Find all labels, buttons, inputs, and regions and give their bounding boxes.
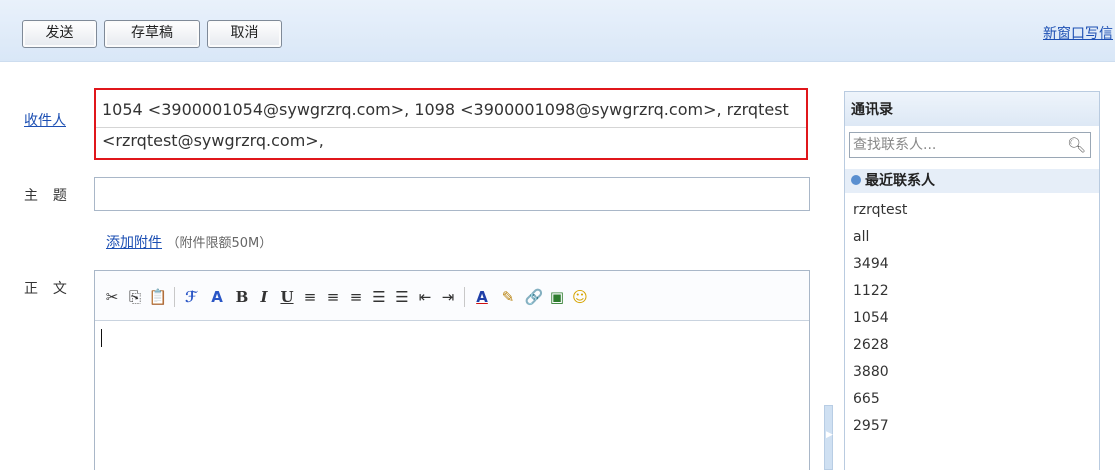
paste-icon[interactable]: 📋	[147, 286, 169, 308]
font-size-icon[interactable]: A	[206, 286, 228, 308]
indent-icon[interactable]: ⇥	[437, 286, 459, 308]
subject-label: 主 题	[24, 188, 69, 204]
toolbar-separator	[174, 287, 175, 307]
copy-icon[interactable]: ⎘	[124, 286, 146, 308]
add-attachment-link[interactable]: 添加附件	[106, 235, 162, 251]
cut-icon[interactable]: ✂	[101, 286, 123, 308]
attachment-limit-note: （附件限额50M）	[166, 236, 273, 251]
bold-icon[interactable]: B	[231, 286, 253, 308]
underline-icon[interactable]: U	[276, 286, 298, 308]
text-caret	[101, 329, 102, 347]
panel-splitter-handle[interactable]: ▶	[824, 405, 833, 470]
chevron-right-icon: ▶	[826, 430, 833, 440]
cancel-button[interactable]: 取消	[207, 20, 282, 48]
contact-list: rzrqtest all 3494 1122 1054 2628 3880 66…	[845, 197, 1099, 440]
highlight-icon[interactable]: ✎	[497, 286, 519, 308]
recent-contacts-group[interactable]: 最近联系人	[845, 169, 1099, 193]
body-label: 正 文	[24, 281, 69, 297]
contacts-title: 通讯录	[845, 92, 1099, 126]
subject-input[interactable]	[94, 177, 810, 211]
top-toolbar: 发送 存草稿 取消 新窗口写信	[0, 0, 1115, 62]
save-draft-button[interactable]: 存草稿	[104, 20, 200, 48]
unordered-list-icon[interactable]: ☰	[391, 286, 413, 308]
align-right-icon[interactable]: ≡	[345, 286, 367, 308]
send-button[interactable]: 发送	[22, 20, 97, 48]
image-icon[interactable]: ▣	[546, 286, 568, 308]
recipients-field[interactable]: 1054 <3900001054@sywgrzrq.com>, 1098 <39…	[94, 88, 808, 160]
contact-item[interactable]: 2957	[845, 413, 1099, 440]
align-center-icon[interactable]: ≡	[322, 286, 344, 308]
body-editor[interactable]: ✂ ⎘ 📋 ℱ A B I U ≡ ≡ ≡ ☰ ☰ ⇤ ⇥ A ✎ 🔗 ▣ ☺	[94, 270, 810, 470]
font-family-icon[interactable]: ℱ	[180, 286, 202, 308]
ordered-list-icon[interactable]: ☰	[368, 286, 390, 308]
italic-icon[interactable]: I	[253, 286, 275, 308]
contacts-panel: 通讯录 查找联系人... 🔍︎ 最近联系人 rzrqtest all 3494 …	[844, 91, 1100, 470]
to-label-link[interactable]: 收件人	[24, 110, 66, 130]
contact-item[interactable]: 1122	[845, 278, 1099, 305]
recipients-text: 1054 <3900001054@sywgrzrq.com>, 1098 <39…	[102, 100, 789, 150]
link-icon[interactable]: 🔗	[523, 286, 545, 308]
recent-contacts-label: 最近联系人	[865, 173, 935, 189]
search-icon[interactable]: 🔍︎	[1067, 133, 1086, 157]
editor-toolbar: ✂ ⎘ 📋 ℱ A B I U ≡ ≡ ≡ ☰ ☰ ⇤ ⇥ A ✎ 🔗 ▣ ☺	[95, 271, 809, 321]
attachment-row: 添加附件 （附件限额50M）	[106, 232, 272, 252]
toolbar-separator	[464, 287, 465, 307]
contact-item[interactable]: 3494	[845, 251, 1099, 278]
contact-item[interactable]: rzrqtest	[845, 197, 1099, 224]
contact-item[interactable]: 2628	[845, 332, 1099, 359]
collapse-dot-icon	[851, 175, 861, 185]
contact-search-placeholder: 查找联系人...	[853, 137, 937, 153]
contact-item[interactable]: 1054	[845, 305, 1099, 332]
recipients-divider	[96, 127, 806, 128]
contact-item[interactable]: all	[845, 224, 1099, 251]
emoticon-icon[interactable]: ☺	[569, 286, 591, 308]
new-window-link[interactable]: 新窗口写信	[1043, 23, 1113, 43]
contact-item[interactable]: 665	[845, 386, 1099, 413]
outdent-icon[interactable]: ⇤	[414, 286, 436, 308]
contact-search-input[interactable]: 查找联系人... 🔍︎	[849, 132, 1091, 158]
align-left-icon[interactable]: ≡	[299, 286, 321, 308]
contact-item[interactable]: 3880	[845, 359, 1099, 386]
font-color-icon[interactable]: A	[471, 286, 493, 308]
